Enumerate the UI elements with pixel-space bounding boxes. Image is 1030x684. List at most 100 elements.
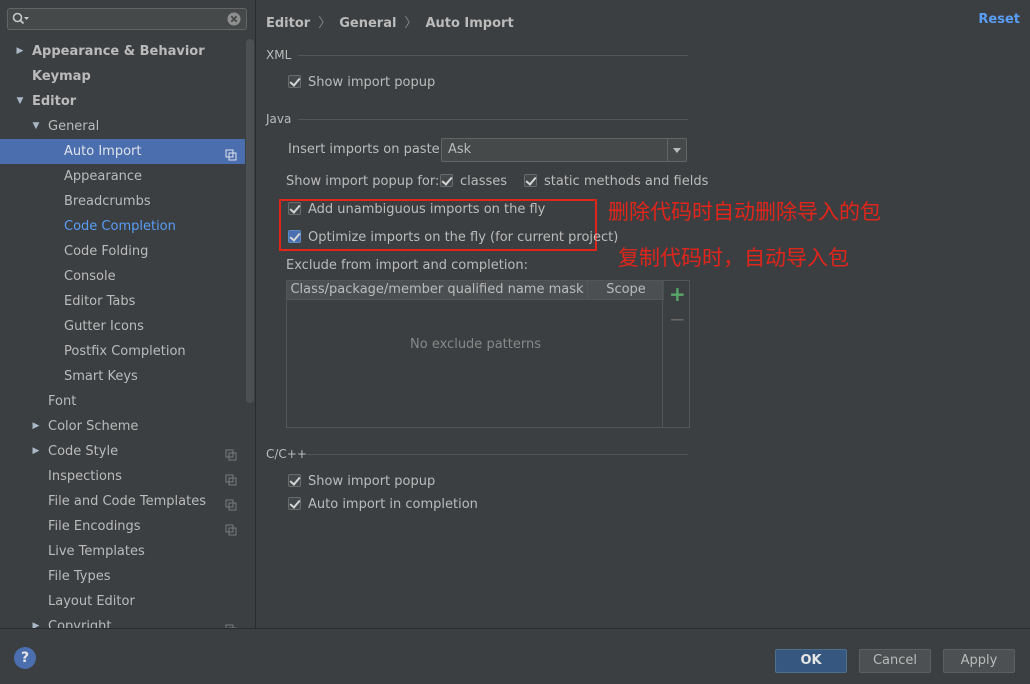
remove-icon[interactable]: − <box>669 309 686 329</box>
sidebar-item-label: Code Folding <box>64 244 149 259</box>
add-unambiguous-row[interactable]: Add unambiguous imports on the fly <box>288 201 545 219</box>
breadcrumb-editor: Editor <box>266 16 311 31</box>
classes-row[interactable]: classes <box>440 173 507 191</box>
sidebar-item-label: File Encodings <box>48 519 141 534</box>
cancel-button[interactable]: Cancel <box>859 649 931 673</box>
collapsed-arrow-icon[interactable]: ▶ <box>30 614 42 628</box>
sidebar-item-label: Copyright <box>48 619 112 628</box>
annotation-optimize: 删除代码时自动删除导入的包 <box>608 200 881 224</box>
expanded-arrow-icon[interactable]: ▼ <box>30 114 42 139</box>
cpp-show-import-popup-row[interactable]: Show import popup <box>288 473 435 491</box>
cpp-auto-import-row[interactable]: Auto import in completion <box>288 496 478 514</box>
sidebar-item-appearance-behavior[interactable]: ▶ Appearance & Behavior <box>0 39 245 64</box>
breadcrumb-auto-import: Auto Import <box>425 16 514 31</box>
section-divider <box>306 454 688 455</box>
sidebar-item-console[interactable]: Console <box>0 264 245 289</box>
add-icon[interactable]: + <box>669 284 686 304</box>
sidebar-item-label: General <box>48 119 100 134</box>
optimize-imports-row[interactable]: Optimize imports on the fly (for current… <box>288 229 618 247</box>
add-unambiguous-checkbox[interactable] <box>288 202 301 215</box>
sidebar-item-code-style[interactable]: ▶ Code Style <box>0 439 245 464</box>
sidebar-item-editor[interactable]: ▼ Editor <box>0 89 245 114</box>
sidebar-item-label: Console <box>64 269 116 284</box>
sidebar-item-label: Color Scheme <box>48 419 139 434</box>
reset-link[interactable]: Reset <box>978 12 1020 27</box>
chevron-down-icon[interactable] <box>667 139 686 161</box>
sidebar-item-label: Code Completion <box>64 219 176 234</box>
section-divider <box>298 55 688 56</box>
sidebar-scrollbar[interactable] <box>246 39 254 403</box>
section-divider <box>298 119 688 120</box>
classes-checkbox[interactable] <box>440 174 453 187</box>
sidebar-item-keymap[interactable]: Keymap <box>0 64 245 89</box>
sidebar-item-file-encodings[interactable]: File Encodings <box>0 514 245 539</box>
breadcrumb-separator: 〉 <box>404 16 418 31</box>
sidebar-item-label: Postfix Completion <box>64 344 186 359</box>
sidebar-item-breadcrumbs[interactable]: Breadcrumbs <box>0 189 245 214</box>
settings-tree: ▶ Appearance & Behavior Keymap ▼ Editor ▼ Gene… <box>0 39 245 628</box>
sidebar-item-auto-import[interactable]: Auto Import <box>0 139 245 164</box>
sidebar-item-label: Inspections <box>48 469 122 484</box>
breadcrumb-general: General <box>339 16 397 31</box>
apply-button[interactable]: Apply <box>943 649 1015 673</box>
java-section-title: Java <box>266 112 292 126</box>
settings-search-input[interactable] <box>36 11 216 27</box>
sidebar-item-general[interactable]: ▼ General <box>0 114 245 139</box>
settings-search-box[interactable] <box>7 8 247 30</box>
sidebar-item-file-and-code-templates[interactable]: File and Code Templates <box>0 489 245 514</box>
breadcrumb-separator: 〉 <box>318 16 332 31</box>
sidebar-item-smart-keys[interactable]: Smart Keys <box>0 364 245 389</box>
exclude-table: Class/package/member qualified name mask… <box>286 280 690 428</box>
exclude-label: Exclude from import and completion: <box>286 258 528 273</box>
sidebar-item-label: Editor Tabs <box>64 294 136 309</box>
optimize-imports-checkbox[interactable] <box>288 230 301 243</box>
sidebar-item-file-types[interactable]: File Types <box>0 564 245 589</box>
collapsed-arrow-icon[interactable]: ▶ <box>30 414 42 439</box>
sidebar-item-label: Keymap <box>32 69 91 84</box>
clear-search-icon[interactable] <box>227 12 241 30</box>
help-icon[interactable]: ? <box>14 647 36 669</box>
sidebar-item-live-templates[interactable]: Live Templates <box>0 539 245 564</box>
table-toolbar: + − <box>662 281 689 427</box>
empty-table-message: No exclude patterns <box>410 337 541 352</box>
sidebar-item-postfix-completion[interactable]: Postfix Completion <box>0 339 245 364</box>
insert-imports-dropdown[interactable]: Ask <box>441 138 687 162</box>
exclude-table-header: Class/package/member qualified name mask… <box>287 281 664 300</box>
sidebar-item-label: Breadcrumbs <box>64 194 151 209</box>
sidebar-item-gutter-icons[interactable]: Gutter Icons <box>0 314 245 339</box>
sidebar-item-label: Appearance & Behavior <box>32 44 205 59</box>
sidebar-item-appearance[interactable]: Appearance <box>0 164 245 189</box>
sidebar-item-layout-editor[interactable]: Layout Editor <box>0 589 245 614</box>
static-methods-label: static methods and fields <box>544 174 709 189</box>
search-icon[interactable] <box>12 12 30 30</box>
sidebar-item-color-scheme[interactable]: ▶ Color Scheme <box>0 414 245 439</box>
sidebar-item-font[interactable]: Font <box>0 389 245 414</box>
cpp-auto-import-checkbox[interactable] <box>288 497 301 510</box>
dialog-button-bar: ? OK Cancel Apply <box>0 628 1030 684</box>
sidebar-item-label: Auto Import <box>64 144 142 159</box>
breadcrumb: Editor 〉 General 〉 Auto Import <box>266 12 514 31</box>
xml-show-import-popup-checkbox[interactable] <box>288 75 301 88</box>
expanded-arrow-icon[interactable]: ▼ <box>14 89 26 114</box>
xml-show-import-popup-row[interactable]: Show import popup <box>288 74 435 92</box>
ok-button[interactable]: OK <box>775 649 847 673</box>
cpp-show-import-popup-label: Show import popup <box>308 474 436 489</box>
collapsed-arrow-icon[interactable]: ▶ <box>14 39 26 64</box>
column-header-scope[interactable]: Scope <box>588 281 664 299</box>
sidebar-item-code-completion[interactable]: Code Completion <box>0 214 245 239</box>
annotation-add-unambiguous: 复制代码时，自动导入包 <box>618 246 849 270</box>
sidebar-item-inspections[interactable]: Inspections <box>0 464 245 489</box>
sidebar-item-copyright[interactable]: ▶ Copyright <box>0 614 245 628</box>
collapsed-arrow-icon[interactable]: ▶ <box>30 439 42 464</box>
classes-label: classes <box>460 174 508 189</box>
cpp-show-import-popup-checkbox[interactable] <box>288 474 301 487</box>
static-methods-row[interactable]: static methods and fields <box>524 173 708 191</box>
sidebar-item-label: Font <box>48 394 77 409</box>
sidebar-item-editor-tabs[interactable]: Editor Tabs <box>0 289 245 314</box>
column-header-mask[interactable]: Class/package/member qualified name mask <box>287 281 588 299</box>
popup-for-label: Show import popup for: <box>286 174 440 189</box>
sidebar-item-label: Appearance <box>64 169 143 184</box>
sidebar-item-code-folding[interactable]: Code Folding <box>0 239 245 264</box>
static-methods-checkbox[interactable] <box>524 174 537 187</box>
insert-imports-value: Ask <box>448 142 472 157</box>
